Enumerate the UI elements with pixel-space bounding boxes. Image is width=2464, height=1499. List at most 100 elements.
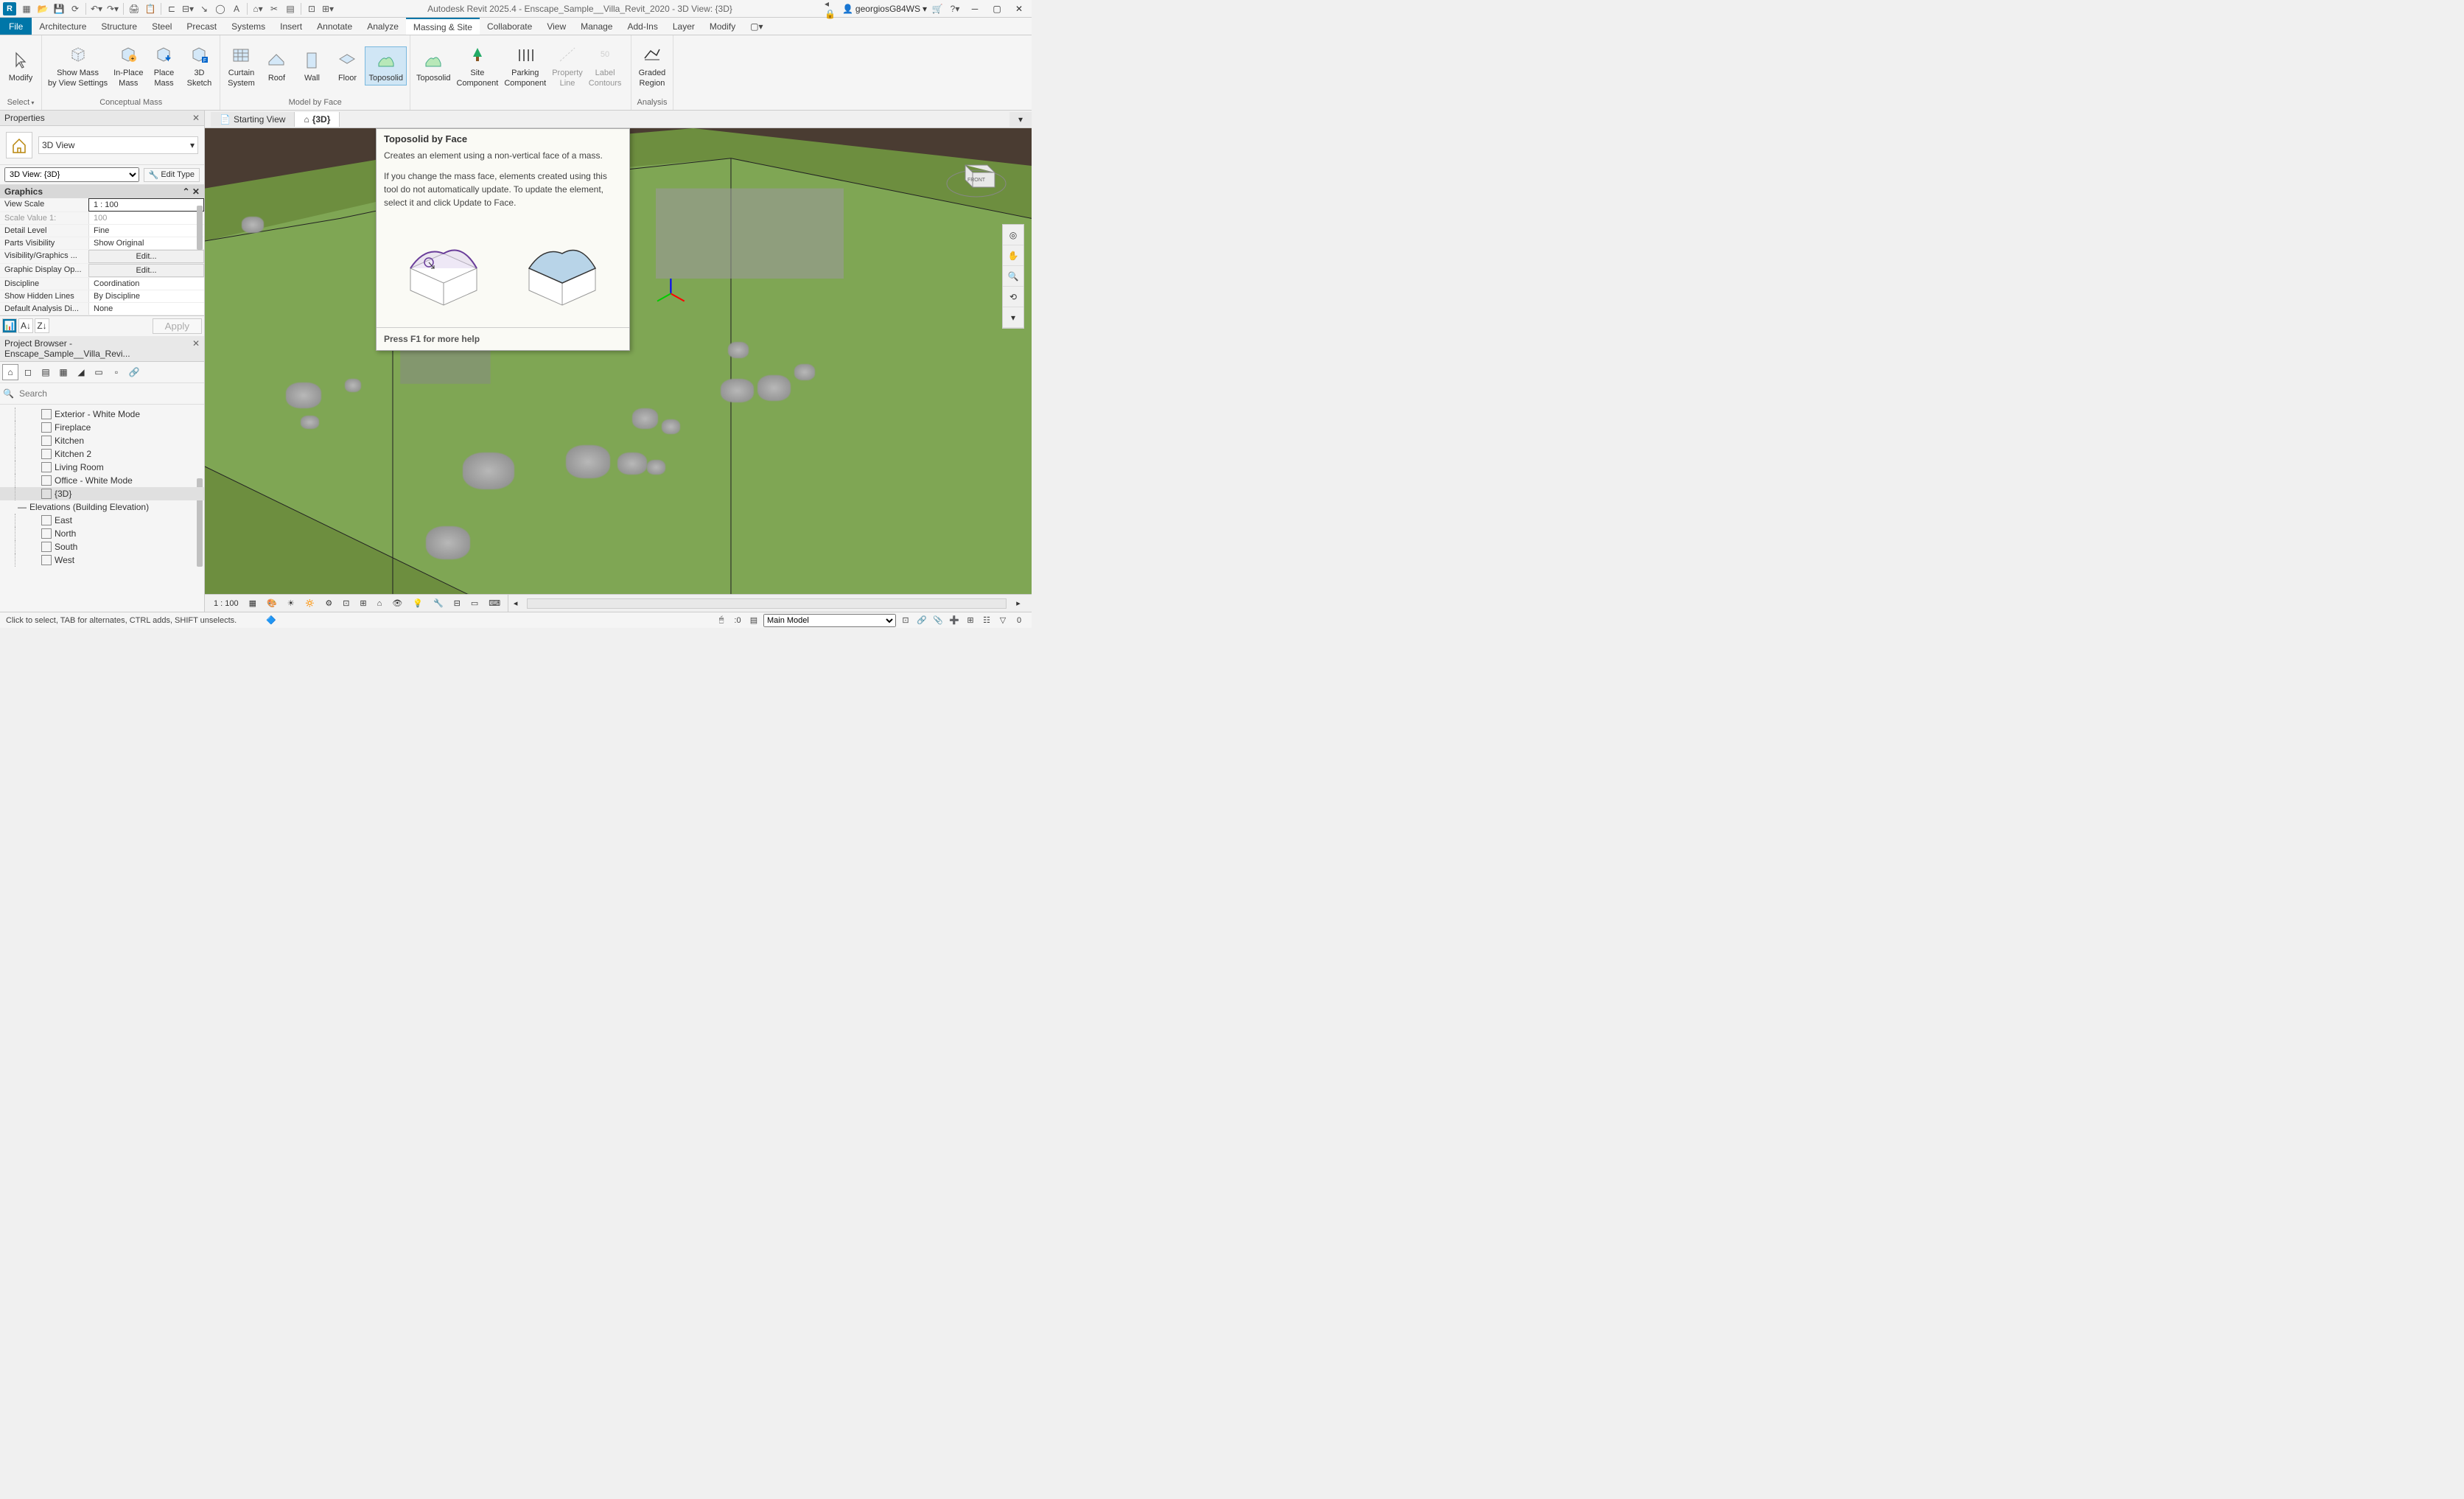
prop-value[interactable]: By Discipline bbox=[88, 290, 204, 302]
cart-icon[interactable]: 🛒 bbox=[930, 1, 945, 16]
tab-3d-view[interactable]: ⌂ {3D} bbox=[295, 112, 340, 127]
vc-temp-icon[interactable]: 👁 bbox=[389, 597, 405, 609]
tab-structure[interactable]: Structure bbox=[94, 18, 144, 35]
vc-prop-icon[interactable]: 🔧 bbox=[430, 597, 447, 609]
tab-precast[interactable]: Precast bbox=[179, 18, 224, 35]
tree-view-item[interactable]: Kitchen bbox=[0, 434, 204, 447]
browser-home-icon[interactable]: ⌂ bbox=[2, 364, 18, 380]
3d-viewport[interactable]: FRONT ◎ ✋ 🔍 ⟲ ▾ Toposolid by Face Create… bbox=[205, 128, 1032, 612]
sb-1-icon[interactable]: ⊡ bbox=[899, 614, 912, 627]
sb-filter-icon[interactable]: ▽ bbox=[996, 614, 1009, 627]
sb-5-icon[interactable]: ⊞ bbox=[964, 614, 977, 627]
qat-3d-icon[interactable]: ⌂▾ bbox=[251, 1, 265, 16]
file-tab[interactable]: File bbox=[0, 18, 32, 35]
vc-link-icon[interactable]: ⌨ bbox=[486, 597, 503, 609]
tab-annotate[interactable]: Annotate bbox=[309, 18, 360, 35]
ribbon-graded-button[interactable]: GradedRegion bbox=[634, 42, 670, 89]
properties-scrollbar[interactable] bbox=[197, 206, 203, 250]
sb-model-icon[interactable]: ▤ bbox=[747, 614, 760, 627]
browser-tab2-icon[interactable]: ▤ bbox=[38, 364, 54, 380]
tab-architecture[interactable]: Architecture bbox=[32, 18, 94, 35]
instance-combo[interactable]: 3D View: {3D} bbox=[4, 167, 139, 182]
tree-elevation-item[interactable]: South bbox=[0, 540, 204, 553]
qat-switch-icon[interactable]: ⊞▾ bbox=[321, 1, 335, 16]
qat-section2-icon[interactable]: ✂ bbox=[267, 1, 281, 16]
vc-render-icon[interactable]: ⚙ bbox=[322, 597, 335, 609]
qat-thin-icon[interactable]: ▤ bbox=[283, 1, 298, 16]
sb-zero-icon[interactable]: :0 bbox=[731, 614, 744, 627]
tree-elevation-item[interactable]: West bbox=[0, 553, 204, 567]
nav-pan-icon[interactable]: ✋ bbox=[1003, 245, 1023, 266]
tree-view-item[interactable]: Fireplace bbox=[0, 421, 204, 434]
ribbon-parking-button[interactable]: ParkingComponent bbox=[501, 42, 549, 89]
qat-dim-icon[interactable]: ⊟▾ bbox=[181, 1, 195, 16]
ribbon-cube-dashed-button[interactable]: Show Massby View Settings bbox=[45, 42, 111, 89]
prop-value[interactable]: Edit... bbox=[88, 264, 204, 277]
select-group-label[interactable]: Select bbox=[0, 97, 41, 110]
prop-sort-az-icon[interactable]: A↓ bbox=[18, 318, 33, 333]
tab-manage[interactable]: Manage bbox=[573, 18, 620, 35]
vc-crop2-icon[interactable]: ⊞ bbox=[357, 597, 369, 609]
ribbon-topo-button[interactable]: Toposolid bbox=[413, 47, 453, 85]
browser-tab1-icon[interactable]: ◻ bbox=[20, 364, 36, 380]
ribbon-floor-face-button[interactable]: Floor bbox=[329, 47, 365, 85]
tab-analyze[interactable]: Analyze bbox=[360, 18, 406, 35]
vc-reveal-icon[interactable]: 💡 bbox=[410, 597, 426, 609]
prop-value[interactable]: Show Original bbox=[88, 237, 204, 249]
tab-layer[interactable]: Layer bbox=[665, 18, 702, 35]
search-icon[interactable]: ◂ 🔒 bbox=[825, 1, 839, 16]
tab-insert[interactable]: Insert bbox=[273, 18, 309, 35]
tab-options[interactable]: ▢▾ bbox=[743, 18, 770, 35]
qat-text-icon[interactable]: A bbox=[229, 1, 244, 16]
vc-crop-icon[interactable]: ⊡ bbox=[340, 597, 352, 609]
maximize-button[interactable]: ▢ bbox=[987, 1, 1007, 16]
nav-zoom-icon[interactable]: 🔍 bbox=[1003, 266, 1023, 287]
tree-elevations-group[interactable]: — Elevations (Building Elevation) bbox=[0, 500, 204, 514]
qat-sync-icon[interactable]: ⟳ bbox=[68, 1, 83, 16]
ribbon-cube-down-button[interactable]: PlaceMass bbox=[146, 42, 181, 89]
help-icon[interactable]: ?▾ bbox=[948, 1, 962, 16]
workset-combo[interactable]: Main Model bbox=[763, 614, 896, 627]
ribbon-cube-f-button[interactable]: F3DSketch bbox=[181, 42, 217, 89]
browser-tab4-icon[interactable]: ◢ bbox=[73, 364, 89, 380]
prop-value[interactable]: Coordination bbox=[88, 278, 204, 290]
qat-tag-icon[interactable]: ↘ bbox=[197, 1, 211, 16]
tree-view-item[interactable]: Living Room bbox=[0, 461, 204, 474]
tree-view-item[interactable]: Office - White Mode bbox=[0, 474, 204, 487]
sb-select-icon[interactable]: 🖱 bbox=[715, 614, 728, 627]
tree-view-item[interactable]: Kitchen 2 bbox=[0, 447, 204, 461]
tree-elevation-item[interactable]: East bbox=[0, 514, 204, 527]
qat-section-icon[interactable]: ◯ bbox=[213, 1, 228, 16]
qat-open-icon[interactable]: 📂 bbox=[35, 1, 50, 16]
prop-value[interactable]: 1 : 100 bbox=[88, 198, 204, 212]
ribbon-tree-button[interactable]: SiteComponent bbox=[453, 42, 501, 89]
prop-value[interactable]: None bbox=[88, 303, 204, 315]
sb-3-icon[interactable]: 📎 bbox=[931, 614, 945, 627]
sb-6-icon[interactable]: ☷ bbox=[980, 614, 993, 627]
nav-orbit-icon[interactable]: ⟲ bbox=[1003, 287, 1023, 307]
close-properties-icon[interactable]: ✕ bbox=[192, 113, 200, 123]
tab-systems[interactable]: Systems bbox=[224, 18, 273, 35]
tree-view-item[interactable]: Exterior - White Mode bbox=[0, 408, 204, 421]
browser-link-icon[interactable]: 🔗 bbox=[126, 364, 142, 380]
tab-starting-view[interactable]: 📄 Starting View bbox=[211, 112, 295, 127]
qat-print-icon[interactable]: 🖨 bbox=[127, 1, 141, 16]
nav-wheel-icon[interactable]: ◎ bbox=[1003, 225, 1023, 245]
prop-value[interactable]: 100 bbox=[88, 212, 204, 224]
view-cube[interactable]: FRONT bbox=[943, 143, 1009, 209]
browser-tab3-icon[interactable]: ▦ bbox=[55, 364, 71, 380]
qat-align-icon[interactable]: ⊏ bbox=[164, 1, 179, 16]
sb-2-icon[interactable]: 🔗 bbox=[915, 614, 928, 627]
modify-button[interactable]: Modify bbox=[3, 47, 38, 85]
tree-view-item[interactable]: {3D} bbox=[0, 487, 204, 500]
status-worksets-icon[interactable]: 🔷 bbox=[266, 615, 276, 625]
prop-sort-za-icon[interactable]: Z↓ bbox=[35, 318, 49, 333]
nav-more-icon[interactable]: ▾ bbox=[1003, 307, 1023, 328]
search-input[interactable] bbox=[17, 386, 201, 401]
vc-style-icon[interactable]: 🎨 bbox=[264, 597, 280, 609]
ribbon-grid-face-button[interactable]: CurtainSystem bbox=[223, 42, 259, 89]
qat-redo-icon[interactable]: ↷▾ bbox=[105, 1, 120, 16]
browser-tab6-icon[interactable]: ▫ bbox=[108, 364, 125, 380]
apply-button[interactable]: Apply bbox=[153, 318, 202, 334]
tab-collaborate[interactable]: Collaborate bbox=[480, 18, 539, 35]
